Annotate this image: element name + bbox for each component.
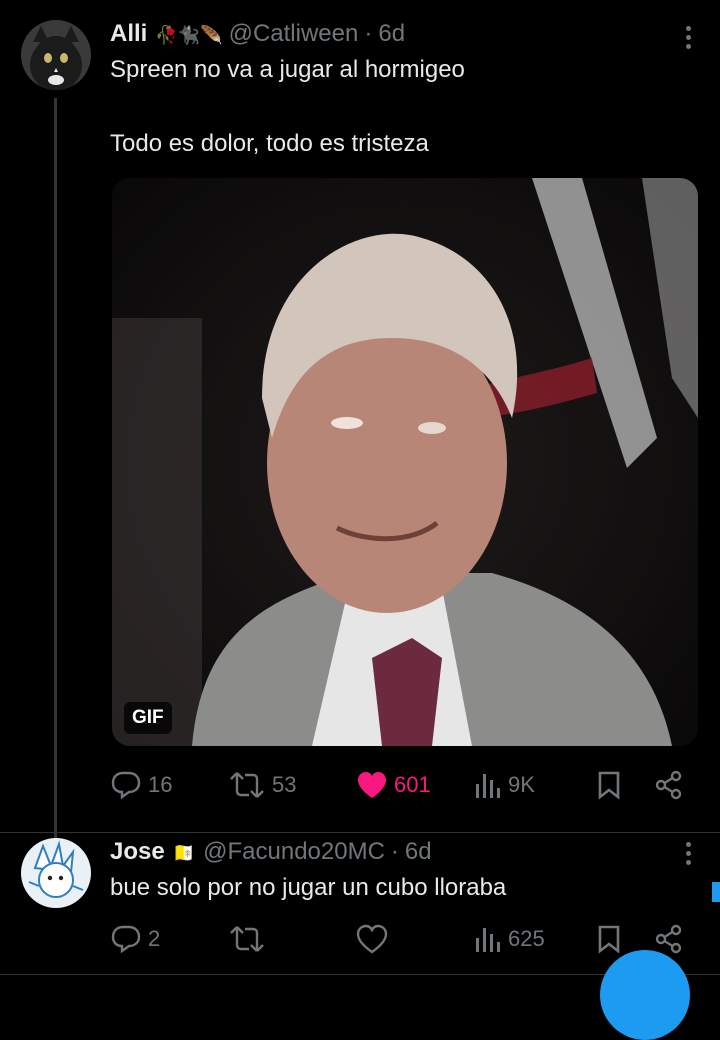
like-icon	[358, 772, 386, 798]
repost-icon	[230, 772, 264, 798]
tweet-text-line1: Spreen no va a jugar al hormigeo	[110, 56, 465, 83]
tweet-divider	[0, 832, 720, 833]
tweet-header: Jose 🇻🇦 @Facundo20MC · 6d	[110, 838, 432, 866]
display-name[interactable]: Alli	[110, 20, 147, 48]
tweet-text-line2: Todo es dolor, todo es tristeza	[110, 130, 429, 157]
tweet-header: Alli 🥀🐈‍⬛🪶 @Catliween · 6d	[110, 20, 405, 48]
gif-badge: GIF	[124, 702, 172, 734]
separator-dot: ·	[364, 20, 373, 47]
timestamp[interactable]: 6d	[378, 20, 405, 48]
avatar-jose[interactable]	[21, 838, 91, 908]
avatar-alli[interactable]	[21, 20, 91, 90]
tweet-text: bue solo por no jugar un cubo lloraba	[110, 874, 507, 901]
repost-icon	[230, 926, 264, 952]
compose-fab[interactable]	[600, 950, 690, 1040]
like-count: 601	[394, 772, 431, 797]
views-button[interactable]: 9K	[472, 770, 535, 800]
scroll-indicator	[712, 882, 720, 902]
reply-icon	[111, 771, 141, 800]
name-emojis: 🥀🐈‍⬛🪶	[155, 25, 223, 45]
reply-icon	[111, 925, 141, 954]
reply-button[interactable]: 2	[110, 924, 160, 954]
more-icon[interactable]	[686, 26, 692, 49]
repost-button[interactable]	[228, 924, 272, 954]
share-button[interactable]	[654, 770, 684, 800]
like-button[interactable]: 601	[356, 770, 431, 800]
thread-connector	[54, 98, 57, 838]
tweet-actions: 16 53 601 9K	[110, 766, 700, 806]
like-button[interactable]	[356, 924, 394, 954]
views-button[interactable]: 625	[472, 924, 545, 954]
tweet-alli[interactable]: Alli 🥀🐈‍⬛🪶 @Catliween · 6d Spreen no va …	[0, 0, 720, 840]
timestamp[interactable]: 6d	[405, 838, 432, 866]
gif-image	[112, 178, 698, 746]
share-button[interactable]	[654, 924, 684, 954]
repost-button[interactable]: 53	[228, 770, 296, 800]
tweet-jose[interactable]: Jose 🇻🇦 @Facundo20MC · 6d bue solo por n…	[0, 834, 720, 980]
name-emojis: 🇻🇦	[172, 843, 196, 863]
reply-count: 2	[148, 926, 161, 951]
bookmark-icon	[598, 925, 620, 954]
reply-count: 16	[148, 772, 173, 797]
tweet-actions: 2 625	[110, 922, 700, 962]
share-icon	[655, 924, 682, 954]
bookmark-button[interactable]	[596, 924, 622, 954]
bookmark-icon	[598, 771, 620, 800]
display-name[interactable]: Jose	[110, 838, 165, 866]
share-icon	[655, 770, 682, 800]
view-count: 625	[508, 926, 545, 951]
view-count: 9K	[508, 772, 535, 797]
separator-dot: ·	[390, 838, 399, 865]
like-icon	[356, 924, 388, 954]
username-handle[interactable]: @Facundo20MC	[203, 838, 385, 866]
reply-button[interactable]: 16	[110, 770, 172, 800]
more-icon[interactable]	[686, 842, 692, 865]
repost-count: 53	[272, 772, 297, 797]
username-handle[interactable]: @Catliween	[229, 20, 359, 48]
tweet-media-gif[interactable]: GIF	[112, 178, 698, 746]
views-icon	[476, 774, 500, 798]
bookmark-button[interactable]	[596, 770, 622, 800]
views-icon	[476, 928, 500, 952]
